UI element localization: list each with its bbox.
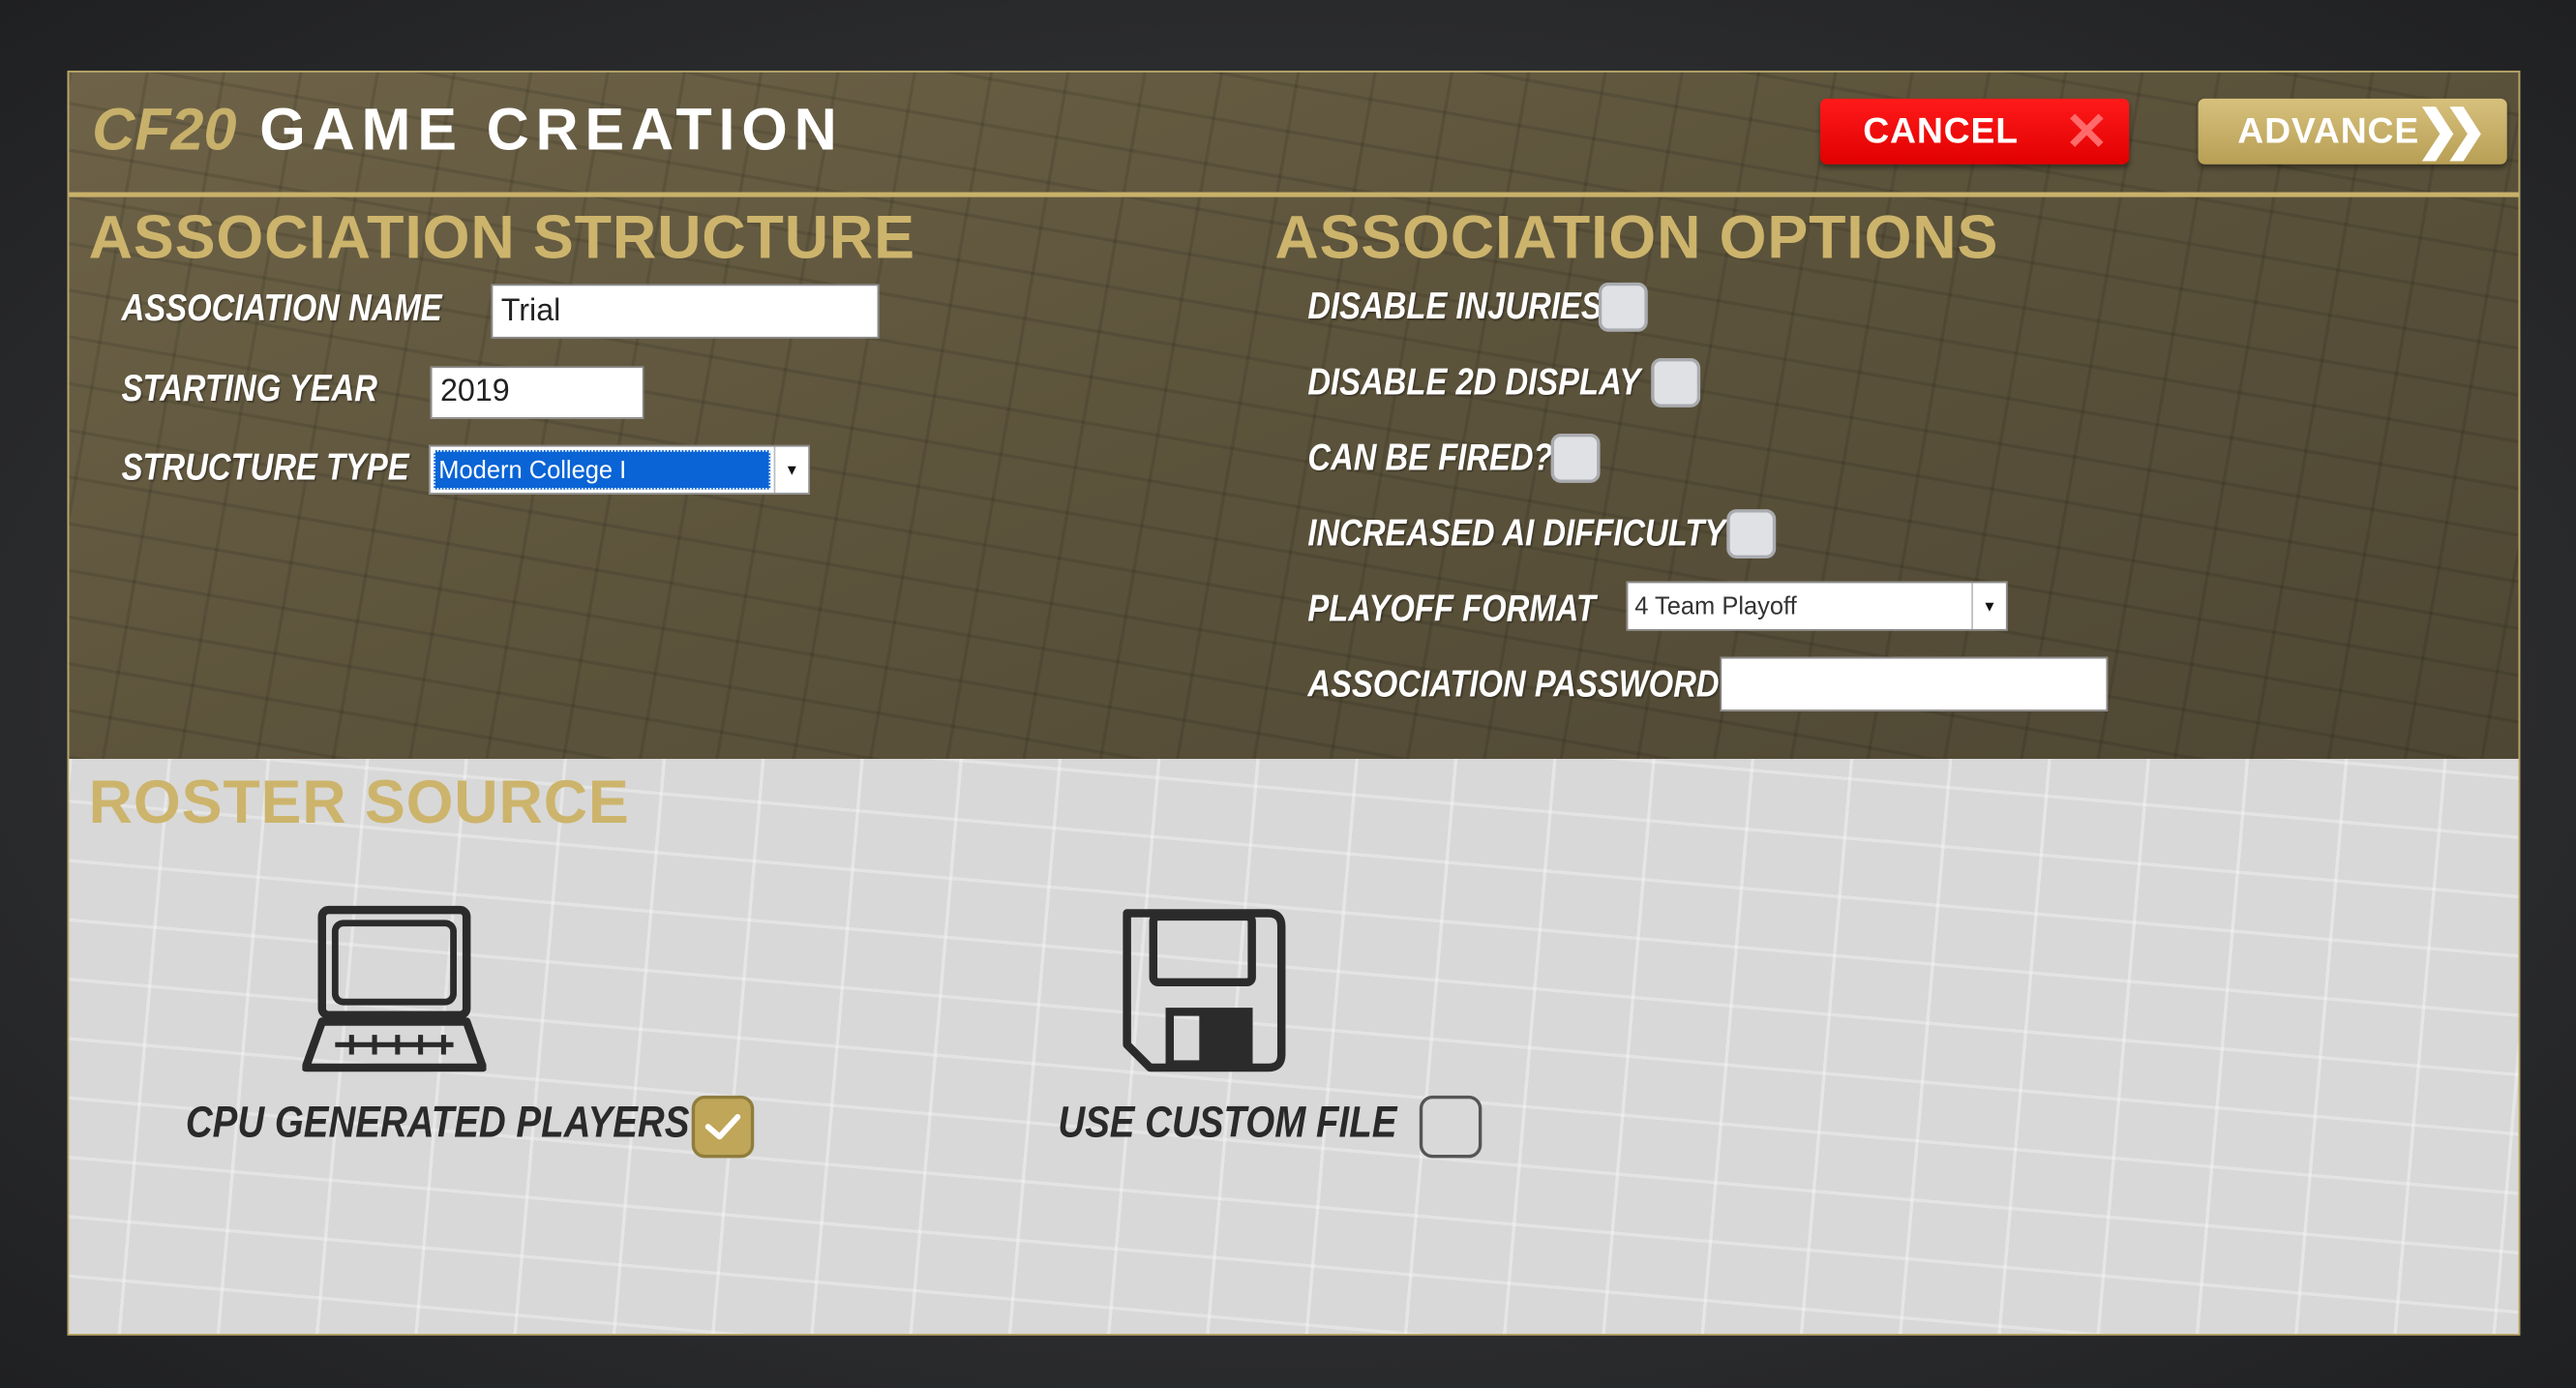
structure-type-value: Modern College I (434, 449, 771, 490)
x-icon: ✕ (2064, 102, 2110, 162)
use-custom-file-label: USE CUSTOM FILE (1058, 1097, 1397, 1147)
brand-logo: CF20 (92, 95, 237, 164)
can-be-fired-label: CAN BE FIRED? (1307, 435, 1553, 478)
association-name-input[interactable]: Trial (491, 284, 880, 339)
chevron-down-icon[interactable]: ▼ (1971, 583, 2006, 629)
playoff-format-value: 4 Team Playoff (1634, 591, 1797, 620)
floppy-disk-icon[interactable] (1117, 903, 1291, 1077)
association-structure-heading: ASSOCIATION STRUCTURE (88, 203, 915, 272)
check-icon (704, 1113, 741, 1140)
disable-2d-display-label: DISABLE 2D DISPLAY (1307, 359, 1641, 403)
starting-year-label: STARTING YEAR (121, 366, 377, 409)
use-custom-file-checkbox[interactable] (1419, 1095, 1483, 1159)
page-title: CF20 GAME CREATION (92, 95, 843, 164)
increased-ai-difficulty-label: INCREASED AI DIFFICULTY (1307, 510, 1726, 554)
playoff-format-select[interactable]: 4 Team Playoff ▼ (1626, 581, 2008, 631)
double-chevron-right-icon: ❯❯ (2415, 100, 2487, 160)
roster-source-panel: ROSTER SOURCE CPU GENERATED PLAYERS USE … (69, 759, 2519, 1334)
association-options-heading: ASSOCIATION OPTIONS (1274, 203, 1999, 272)
chevron-down-icon[interactable]: ▼ (773, 446, 809, 494)
cpu-generated-players-label: CPU GENERATED PLAYERS (185, 1097, 690, 1147)
game-creation-window: CF20 GAME CREATION CANCEL ✕ ADVANCE ❯❯ AS… (67, 70, 2521, 1336)
cancel-button[interactable]: CANCEL ✕ (1820, 98, 2130, 165)
association-password-label: ASSOCIATION PASSWORD (1307, 661, 1720, 706)
header-bar: CF20 GAME CREATION CANCEL ✕ ADVANCE ❯❯ (69, 73, 2519, 197)
advance-button[interactable]: ADVANCE ❯❯ (2198, 98, 2507, 165)
cancel-button-label: CANCEL (1863, 109, 2019, 152)
roster-source-heading: ROSTER SOURCE (88, 769, 630, 836)
advance-button-label: ADVANCE (2237, 109, 2420, 152)
disable-2d-display-checkbox[interactable] (1651, 357, 1701, 407)
disable-injuries-label: DISABLE INJURIES (1307, 284, 1603, 327)
structure-type-label: STRUCTURE TYPE (121, 444, 409, 489)
structure-type-select[interactable]: Modern College I ▼ (429, 444, 810, 495)
disable-injuries-checkbox[interactable] (1598, 282, 1648, 332)
laptop-icon[interactable] (302, 903, 487, 1080)
starting-year-input[interactable]: 2019 (430, 366, 644, 419)
association-name-label: ASSOCIATION NAME (121, 286, 442, 329)
playoff-format-label: PLAYOFF FORMAT (1307, 586, 1596, 629)
can-be-fired-checkbox[interactable] (1550, 434, 1601, 483)
association-password-input[interactable] (1720, 656, 2109, 711)
increased-ai-difficulty-checkbox[interactable] (1726, 509, 1777, 558)
title-text: GAME CREATION (259, 95, 844, 164)
association-settings-panel: CF20 GAME CREATION CANCEL ✕ ADVANCE ❯❯ AS… (69, 72, 2519, 760)
cpu-generated-players-checkbox[interactable] (691, 1095, 755, 1159)
